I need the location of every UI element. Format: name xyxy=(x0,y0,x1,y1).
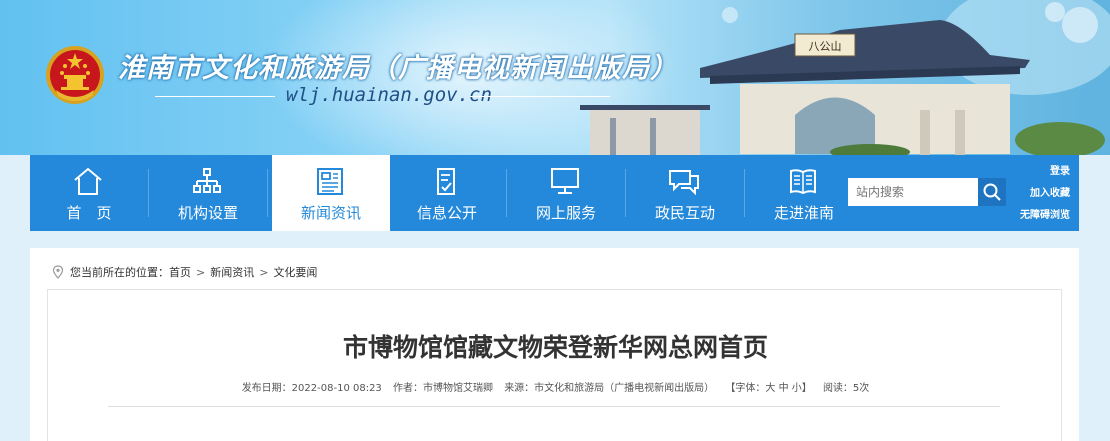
font-size-control: 【字体：大 中 小】 xyxy=(725,383,811,394)
search-icon xyxy=(983,183,1001,201)
news-icon xyxy=(317,168,343,195)
font-size-small[interactable]: 小 xyxy=(792,383,802,394)
font-size-suffix: 】 xyxy=(801,383,812,394)
login-link[interactable]: 登录 xyxy=(1010,161,1070,183)
svg-text:八公山: 八公山 xyxy=(809,40,842,53)
bagongshan-gate-image: 八公山 xyxy=(580,0,1110,155)
article-title: 市博物馆馆藏文物荣登新华网总网首页 xyxy=(342,333,768,362)
breadcrumb-separator: > xyxy=(259,265,269,279)
search-input[interactable] xyxy=(848,178,978,206)
author: 作者：市博物馆艾瑞卿 xyxy=(393,383,493,394)
header-banner: 淮南市文化和旅游局（广播电视新闻出版局） wlj.huainan.gov.cn … xyxy=(0,0,1110,155)
font-size-large[interactable]: 大 xyxy=(765,383,775,394)
nav-label-huainan: 走进淮南 xyxy=(773,204,834,222)
breadcrumb: 您当前所在的位置： 首页 > 新闻资讯 > 文化要闻 xyxy=(52,264,317,280)
nav-item-home[interactable]: 首 页 xyxy=(30,155,148,231)
document-check-icon xyxy=(437,168,455,195)
publish-date: 发布日期：2022-08-10 08:23 xyxy=(241,383,382,394)
breadcrumb-news[interactable]: 新闻资讯 xyxy=(210,264,254,280)
nav-label-org: 机构设置 xyxy=(177,204,238,222)
nav-item-org[interactable]: 机构设置 xyxy=(149,155,267,231)
nav-quick-links: 登录 加入收藏 无障碍浏览 xyxy=(1010,161,1070,227)
breadcrumb-separator: > xyxy=(196,265,206,279)
nav-label-news: 新闻资讯 xyxy=(300,204,361,222)
nav-label-service: 网上服务 xyxy=(535,204,596,222)
nav-item-interaction[interactable]: 政民互动 xyxy=(626,155,744,231)
article: 市博物馆馆藏文物荣登新华网总网首页 发布日期：2022-08-10 08:23 … xyxy=(47,289,1062,441)
national-emblem-icon xyxy=(46,46,104,104)
source: 来源：市文化和旅游局（广播电视新闻出版局） xyxy=(504,383,715,394)
home-icon xyxy=(74,167,102,195)
breadcrumb-culture[interactable]: 文化要闻 xyxy=(273,264,317,280)
content-card: 您当前所在的位置： 首页 > 新闻资讯 > 文化要闻 市博物馆馆藏文物荣登新华网… xyxy=(30,248,1079,441)
nav-separator xyxy=(267,169,268,217)
view-count: 阅读：5次 xyxy=(822,383,870,394)
site-domain: wlj.huainan.gov.cn xyxy=(286,84,492,106)
font-size-prefix: 【字体： xyxy=(725,383,766,394)
nav-label-home: 首 页 xyxy=(66,204,112,222)
location-pin-icon xyxy=(52,265,64,279)
domain-line-left xyxy=(155,96,275,97)
add-favorite-link[interactable]: 加入收藏 xyxy=(1010,183,1070,205)
article-divider xyxy=(108,406,1000,407)
breadcrumb-prefix: 您当前所在的位置： xyxy=(70,266,169,279)
font-size-medium[interactable]: 中 xyxy=(779,383,789,394)
accessibility-link[interactable]: 无障碍浏览 xyxy=(1010,205,1070,227)
chat-icon xyxy=(669,170,699,196)
nav-item-info[interactable]: 信息公开 xyxy=(388,155,506,231)
article-meta: 发布日期：2022-08-10 08:23 作者：市博物馆艾瑞卿 来源：市文化和… xyxy=(48,379,1063,394)
breadcrumb-home[interactable]: 首页 xyxy=(169,264,191,280)
org-chart-icon xyxy=(193,168,221,193)
nav-item-service[interactable]: 网上服务 xyxy=(507,155,625,231)
nav-label-interaction: 政民互动 xyxy=(654,204,715,222)
main-nav: 首 页 机构设置 新闻资讯 信息公开 网上服务 政民互动 走进淮南 站内搜索 登… xyxy=(30,155,1079,231)
nav-label-info: 信息公开 xyxy=(416,204,477,222)
monitor-icon xyxy=(551,168,579,194)
book-icon xyxy=(790,169,816,195)
search-button[interactable] xyxy=(978,178,1006,206)
nav-item-huainan[interactable]: 走进淮南 xyxy=(745,155,863,231)
nav-item-news[interactable]: 新闻资讯 xyxy=(272,155,390,231)
